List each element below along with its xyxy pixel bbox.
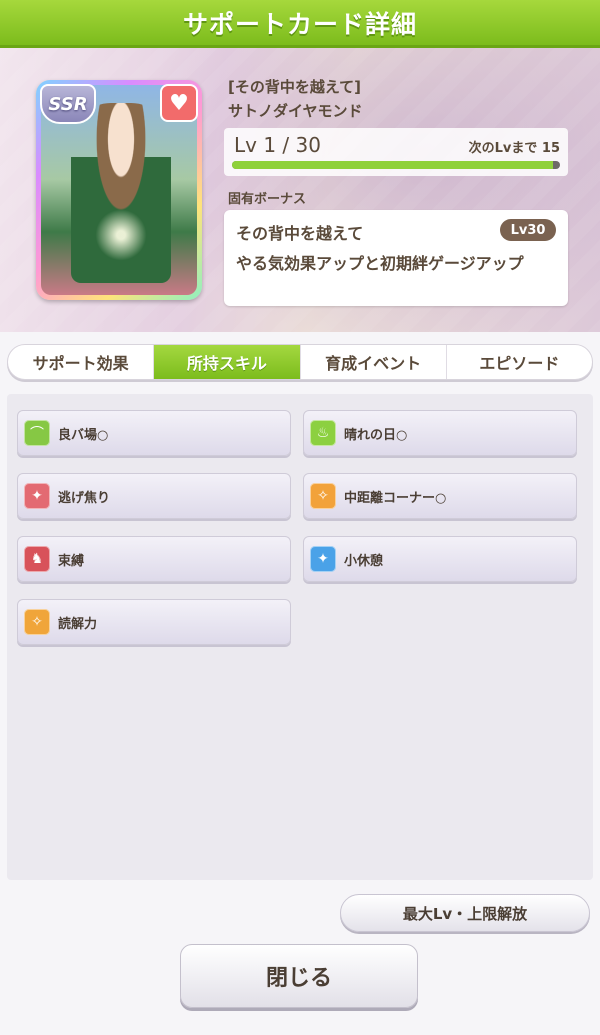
runner-icon: ✧ [310,483,336,509]
skill-label: 読解力 [58,616,98,632]
card-character-name: サトノダイヤモンド [228,102,363,120]
skill-item[interactable]: ✦ 逃げ焦り [17,473,291,519]
skill-label: 良バ場○ [58,427,109,443]
sparkle-effect [91,205,151,265]
sparkle-icon: ✦ [310,546,336,572]
unique-bonus-label: 固有ボーナス [228,192,307,207]
sparkle-icon: ✦ [24,483,50,509]
page-title: サポートカード詳細 [182,9,417,39]
skill-label: 中距離コーナー○ [344,490,447,506]
skill-item[interactable]: ✧ 読解力 [17,599,291,645]
runner-icon: ✧ [24,609,50,635]
skill-item[interactable]: ✦ 小休憩 [303,536,577,582]
tab-bar: サポート効果 所持スキル 育成イベント エピソード [7,344,593,380]
next-level-text: 次のLvまで 15 [468,141,560,156]
tab-training-events[interactable]: 育成イベント [301,345,447,379]
level-progress-fill [232,161,554,169]
tab-episode[interactable]: エピソード [447,345,592,379]
level-text: Lv 1 / 30 [234,133,321,157]
content-area: サポート効果 所持スキル 育成イベント エピソード ⌒ 良バ場○ ♨ 晴れの日○… [0,332,600,1035]
tab-support-effect[interactable]: サポート効果 [8,345,155,379]
rarity-badge: SSR [40,84,96,124]
tab-owned-skills[interactable]: 所持スキル [154,345,301,379]
title-bar: サポートカード詳細 [0,0,600,48]
unique-bonus-description: やる気効果アップと初期絆ゲージアップ [236,254,524,273]
unique-bonus-name: その背中を越えて [236,224,364,243]
skill-label: 小休憩 [344,553,384,569]
skill-item[interactable]: ♞ 束縛 [17,536,291,582]
skill-label: 晴れの日○ [344,427,408,443]
heart-icon: ♥ [169,90,189,116]
skill-item[interactable]: ⌒ 良バ場○ [17,410,291,456]
close-button[interactable]: 閉じる [180,944,418,1008]
unique-bonus-box: その背中を越えて Lv30 やる気効果アップと初期絆ゲージアップ [224,210,568,306]
level-progress-bar [232,161,560,169]
horse-icon: ♞ [24,546,50,572]
card-header: SSR ♥ [その背中を越えて] サトノダイヤモンド Lv 1 / 30 次のL… [0,48,600,332]
favorite-button[interactable]: ♥ [160,84,198,122]
limit-break-button[interactable]: 最大Lv・上限解放 [340,894,590,932]
skill-label: 逃げ焦り [58,490,111,506]
card-title: [その背中を越えて] [228,78,361,96]
level-box: Lv 1 / 30 次のLvまで 15 [224,128,568,176]
unique-bonus-level-badge: Lv30 [500,219,556,241]
track-icon: ⌒ [24,420,50,446]
skill-item[interactable]: ♨ 晴れの日○ [303,410,577,456]
sun-flame-icon: ♨ [310,420,336,446]
skills-panel: ⌒ 良バ場○ ♨ 晴れの日○ ✦ 逃げ焦り ✧ 中距離コーナー○ ♞ 束縛 ✦ … [7,394,593,880]
skill-label: 束縛 [58,553,85,569]
skill-item[interactable]: ✧ 中距離コーナー○ [303,473,577,519]
